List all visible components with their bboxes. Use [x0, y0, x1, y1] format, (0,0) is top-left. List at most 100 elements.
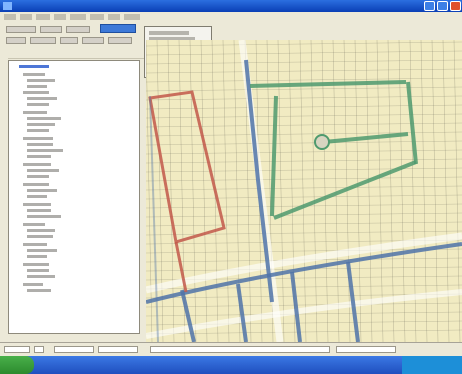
route-line-blue [180, 289, 196, 342]
parcel-line [146, 40, 153, 342]
toolbar-button[interactable] [6, 26, 36, 33]
maximize-button[interactable] [437, 1, 448, 11]
status-field[interactable] [34, 346, 44, 353]
layer-tree-item[interactable] [23, 163, 51, 166]
parcel-line [146, 86, 462, 92]
menu-item[interactable] [124, 14, 140, 20]
toolbar-button[interactable] [108, 37, 132, 44]
status-field [4, 346, 30, 353]
layer-tree-item[interactable] [23, 73, 45, 76]
layer-tree-item[interactable] [23, 91, 49, 94]
close-button[interactable] [450, 1, 461, 11]
layer-tree-item[interactable] [27, 97, 57, 100]
route-line-green [270, 95, 278, 217]
panel-frame [0, 58, 8, 340]
layer-tree-item[interactable] [27, 189, 57, 192]
parcel-line [146, 41, 462, 47]
parcel-line [376, 40, 384, 342]
layer-tree-item[interactable] [23, 183, 49, 186]
parcel-line [146, 320, 462, 326]
route-line-green [273, 160, 417, 220]
menu-item[interactable] [108, 14, 120, 20]
parcel-line [354, 40, 362, 342]
parcel-line [146, 194, 462, 200]
layer-tree-item[interactable] [27, 229, 55, 232]
menu-item[interactable] [4, 14, 16, 20]
taskbar [0, 356, 462, 374]
layer-tree-item[interactable] [23, 263, 49, 266]
layer-tree-item[interactable] [27, 195, 47, 198]
status-field [54, 346, 94, 353]
toolbar-button[interactable] [82, 37, 104, 44]
cul-de-sac [314, 134, 330, 150]
layer-tree-item[interactable] [27, 129, 49, 132]
parcel-line [365, 40, 373, 342]
layer-dropdown[interactable] [100, 24, 136, 33]
layer-tree-item[interactable] [27, 103, 49, 106]
parcel-line [146, 221, 462, 227]
layer-tree-item[interactable] [23, 203, 51, 206]
toolbar-button[interactable] [6, 37, 26, 44]
parcel-line [200, 40, 208, 342]
app-icon [3, 2, 12, 10]
parcel-line [146, 185, 462, 191]
parcel-line [146, 113, 462, 119]
parcel-line [146, 104, 462, 110]
dropdown-option[interactable] [149, 31, 189, 35]
status-field [150, 346, 330, 353]
parcel-line [146, 50, 462, 56]
toolbar-button[interactable] [60, 37, 78, 44]
status-bar [0, 342, 462, 357]
layer-tree-item[interactable] [27, 289, 51, 292]
parcel-line [146, 284, 462, 290]
layer-tree-item[interactable] [23, 111, 47, 114]
system-tray [402, 356, 462, 374]
parcel-line [189, 40, 197, 342]
layer-tree-item[interactable] [27, 85, 47, 88]
layer-tree-item[interactable] [27, 175, 49, 178]
layer-tree-item[interactable] [27, 249, 57, 252]
layer-tree-item[interactable] [27, 155, 51, 158]
toolbar-button[interactable] [66, 26, 90, 33]
layer-tree-item[interactable] [27, 123, 55, 126]
menu-item[interactable] [90, 14, 104, 20]
layer-tree-item[interactable] [27, 79, 55, 82]
toolbar-button[interactable] [40, 26, 62, 33]
start-button[interactable] [0, 356, 34, 374]
toolbar-button[interactable] [30, 37, 56, 44]
minimize-button[interactable] [424, 1, 435, 11]
route-line-red [148, 90, 226, 244]
layer-tree-item[interactable] [23, 283, 43, 286]
layer-tree-item[interactable] [27, 169, 59, 172]
menu-item[interactable] [70, 14, 86, 20]
layer-tree-panel[interactable] [8, 60, 140, 334]
route-line-blue [236, 283, 248, 342]
parcel-line [146, 176, 462, 182]
layer-tree-item[interactable] [27, 143, 53, 146]
parcel-line [146, 302, 462, 308]
layer-tree-item[interactable] [27, 215, 61, 218]
layer-tree-item[interactable] [27, 235, 53, 238]
route-line-green [406, 81, 418, 165]
menu-item[interactable] [54, 14, 66, 20]
parcel-map[interactable] [146, 40, 462, 342]
layer-tree-item[interactable] [27, 275, 55, 278]
menu-item[interactable] [36, 14, 50, 20]
parcel-line [146, 68, 462, 74]
status-field [98, 346, 138, 353]
map-canvas[interactable] [146, 40, 462, 342]
layer-tree-item[interactable] [27, 117, 61, 120]
layer-tree-item[interactable] [27, 269, 49, 272]
layer-tree-item[interactable] [23, 137, 53, 140]
menu-item[interactable] [20, 14, 32, 20]
layer-tree-item[interactable] [23, 243, 47, 246]
status-field [336, 346, 396, 353]
layer-tree-item[interactable] [27, 255, 47, 258]
window-title-bar[interactable] [0, 0, 462, 12]
layer-tree-item[interactable] [27, 149, 63, 152]
route-line-blue [290, 271, 302, 342]
layer-tree-item[interactable] [23, 223, 45, 226]
layer-tree-item[interactable] [27, 209, 51, 212]
layer-tree-item[interactable] [19, 65, 49, 68]
parcel-line [222, 40, 230, 342]
